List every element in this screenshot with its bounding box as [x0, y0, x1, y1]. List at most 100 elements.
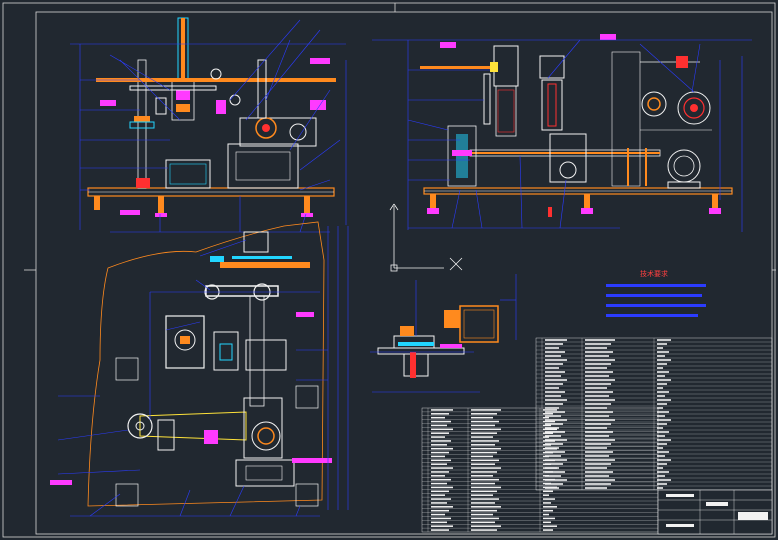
parts-cell-mark	[543, 440, 555, 442]
parts-cell-mark	[543, 502, 551, 504]
parts-cell-mark	[657, 371, 669, 373]
parts-cell-mark	[431, 420, 451, 423]
parts-cell-mark	[431, 413, 449, 415]
parts-cell-mark	[657, 483, 667, 485]
parts-cell-mark	[657, 479, 671, 481]
parts-cell-mark	[585, 339, 615, 341]
parts-cell-mark	[471, 478, 499, 481]
parts-cell-mark	[585, 483, 611, 485]
parts-cell-mark	[543, 498, 555, 500]
parts-cell-mark	[657, 387, 663, 389]
parts-cell-mark	[471, 471, 497, 473]
parts-cell-mark	[543, 490, 553, 493]
parts-cell-mark	[657, 399, 671, 401]
parts-cell-mark	[545, 399, 567, 401]
parts-cell-mark	[431, 455, 445, 458]
parts-cell-mark	[431, 447, 453, 450]
parts-cell-mark	[471, 463, 495, 465]
parts-cell-mark	[431, 428, 453, 431]
parts-cell-mark	[545, 363, 563, 365]
parts-cell-mark	[585, 403, 611, 405]
parts-cell-mark	[543, 413, 553, 415]
parts-cell-mark	[543, 424, 551, 427]
parts-cell-mark	[657, 375, 665, 377]
parts-cell-mark	[543, 451, 553, 454]
parts-cell-mark	[543, 482, 551, 485]
parts-cell-mark	[657, 391, 669, 393]
parts-cell-mark	[585, 367, 607, 369]
parts-cell-mark	[543, 529, 553, 531]
parts-cell-mark	[471, 467, 501, 469]
parts-cell-mark	[657, 423, 667, 425]
parts-cell-mark	[543, 436, 549, 438]
parts-cell-mark	[431, 521, 447, 524]
parts-cell-mark	[545, 403, 563, 405]
parts-cell-mark	[657, 363, 667, 365]
parts-cell-mark	[545, 359, 567, 361]
parts-cell-mark	[431, 498, 451, 500]
parts-cell-mark	[431, 478, 451, 481]
parts-cell-mark	[585, 399, 615, 401]
parts-cell-mark	[543, 432, 553, 434]
parts-cell-mark	[471, 459, 499, 462]
parts-cell-mark	[543, 467, 557, 469]
parts-cell-mark	[545, 343, 563, 345]
parts-cell-mark	[585, 467, 607, 469]
parts-cell-mark	[545, 351, 565, 353]
parts-cell-mark	[657, 443, 667, 445]
parts-cell-mark	[431, 424, 447, 427]
parts-cell-mark	[585, 351, 613, 353]
parts-cell-mark	[545, 419, 567, 421]
parts-cell-mark	[657, 435, 665, 437]
parts-cell-mark	[585, 435, 609, 437]
parts-cell-mark	[585, 443, 611, 445]
parts-cell-mark	[471, 498, 499, 500]
parts-cell-mark	[657, 415, 665, 417]
parts-cell-mark	[545, 387, 559, 389]
parts-cell-mark	[431, 475, 445, 477]
parts-cell-mark	[657, 367, 663, 369]
parts-cell-mark	[657, 383, 667, 385]
parts-cell-mark	[471, 529, 497, 531]
parts-cell-mark	[545, 339, 567, 341]
parts-cell-mark	[585, 431, 613, 433]
parts-cell-mark	[545, 383, 563, 385]
parts-cell-mark	[543, 513, 549, 516]
parts-cell-mark	[585, 487, 607, 489]
parts-cell-mark	[545, 355, 561, 357]
parts-cell-mark	[543, 475, 549, 477]
parts-cell-mark	[585, 347, 607, 349]
title-block	[657, 489, 773, 535]
parts-cell-mark	[543, 509, 553, 512]
parts-cell-mark	[471, 416, 493, 419]
parts-cell-mark	[585, 447, 607, 449]
parts-cell-mark	[471, 494, 493, 496]
parts-cell-mark	[471, 432, 497, 434]
parts-cell-mark	[657, 339, 671, 341]
parts-cell-mark	[471, 420, 499, 423]
parts-cell-mark	[543, 463, 551, 465]
parts-cell-mark	[431, 502, 447, 504]
parts-cell-mark	[471, 502, 495, 504]
parts-cell-mark	[543, 416, 549, 419]
parts-cell-mark	[545, 395, 561, 397]
parts-cell-mark	[657, 395, 665, 397]
parts-cell-mark	[543, 409, 557, 411]
parts-cell-mark	[431, 490, 449, 493]
parts-cell-mark	[471, 424, 495, 427]
parts-cell-mark	[585, 479, 615, 481]
parts-cell-mark	[585, 471, 613, 473]
parts-cell-mark	[657, 347, 663, 349]
parts-cell-mark	[657, 343, 667, 345]
parts-cell-mark	[431, 444, 447, 446]
parts-cell-mark	[471, 509, 497, 512]
parts-cell-mark	[585, 363, 611, 365]
parts-cell-mark	[657, 475, 665, 477]
parts-cell-mark	[657, 459, 671, 461]
parts-cell-mark	[545, 371, 565, 373]
parts-cell-mark	[431, 482, 447, 485]
parts-cell-mark	[545, 415, 561, 417]
parts-cell-mark	[431, 517, 451, 520]
parts-cell-mark	[471, 506, 501, 508]
parts-cell-mark	[471, 440, 499, 442]
